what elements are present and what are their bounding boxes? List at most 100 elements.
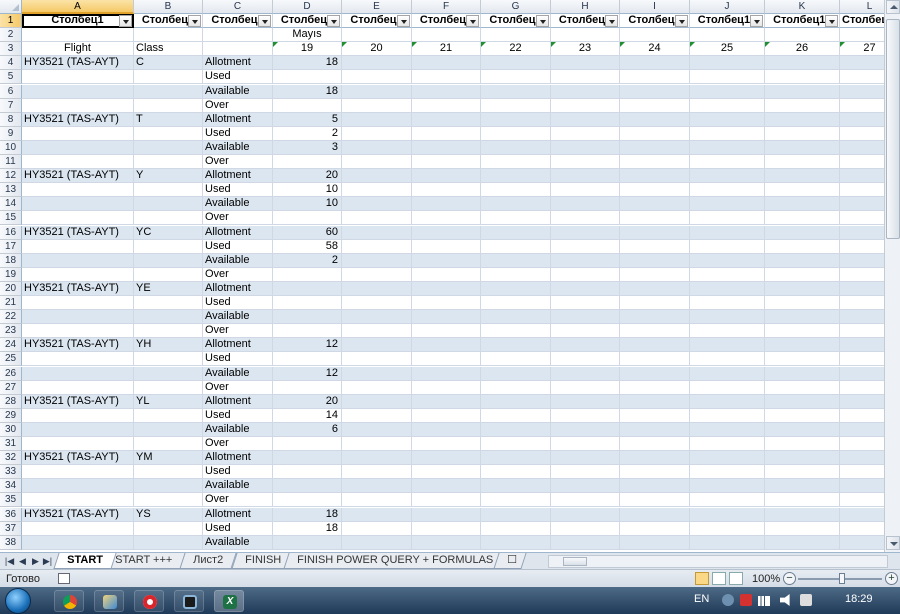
metric-label[interactable]: Allotment bbox=[203, 225, 273, 240]
grid-cell[interactable] bbox=[620, 239, 690, 254]
value-cell[interactable] bbox=[273, 70, 342, 85]
grid-cell[interactable] bbox=[690, 267, 765, 282]
column-header-a[interactable]: A bbox=[22, 0, 134, 14]
metric-label[interactable]: Available bbox=[203, 140, 273, 155]
row-header[interactable]: 14 bbox=[0, 197, 22, 212]
scroll-up-button[interactable] bbox=[886, 0, 900, 14]
grid-cell[interactable] bbox=[342, 70, 412, 85]
row-header[interactable]: 30 bbox=[0, 422, 22, 437]
grid-cell[interactable] bbox=[342, 211, 412, 226]
grid-cell[interactable] bbox=[840, 366, 884, 381]
row-header[interactable]: 25 bbox=[0, 352, 22, 367]
grid-cell[interactable] bbox=[134, 479, 203, 494]
grid-cell[interactable] bbox=[620, 84, 690, 99]
grid-cell[interactable] bbox=[481, 352, 551, 367]
filter-dropdown-icon[interactable] bbox=[327, 15, 340, 27]
grid-cell[interactable] bbox=[765, 437, 840, 452]
grid-cell[interactable] bbox=[840, 310, 884, 325]
grid-cell[interactable] bbox=[690, 28, 765, 43]
grid-cell[interactable] bbox=[840, 183, 884, 198]
grid-cell[interactable] bbox=[342, 56, 412, 71]
value-cell[interactable]: 2 bbox=[273, 253, 342, 268]
grid-cell[interactable] bbox=[342, 366, 412, 381]
grid-cell[interactable] bbox=[690, 324, 765, 339]
first-sheet-icon[interactable]: |◀ bbox=[4, 555, 15, 567]
sheet-tab[interactable]: START bbox=[53, 553, 117, 569]
grid-cell[interactable] bbox=[690, 281, 765, 296]
grid-cell[interactable] bbox=[840, 493, 884, 508]
value-cell[interactable] bbox=[273, 211, 342, 226]
grid-cell[interactable] bbox=[551, 225, 620, 240]
grid-cell[interactable] bbox=[481, 437, 551, 452]
metric-label[interactable]: Over bbox=[203, 267, 273, 282]
row-header[interactable]: 17 bbox=[0, 239, 22, 254]
class-cell[interactable]: YH bbox=[134, 338, 203, 353]
value-cell[interactable] bbox=[273, 451, 342, 466]
grid-cell[interactable] bbox=[620, 253, 690, 268]
grid-cell[interactable] bbox=[620, 211, 690, 226]
grid-cell[interactable] bbox=[134, 155, 203, 170]
grid-cell[interactable] bbox=[342, 408, 412, 423]
grid-cell[interactable] bbox=[690, 211, 765, 226]
grid-cell[interactable] bbox=[840, 409, 884, 423]
value-cell[interactable]: 18 bbox=[273, 521, 342, 536]
metric-label[interactable]: Over bbox=[203, 324, 273, 339]
grid-cell[interactable] bbox=[765, 239, 840, 254]
grid-cell[interactable] bbox=[690, 56, 765, 71]
grid-cell[interactable] bbox=[690, 338, 765, 353]
tray-arrow-icon[interactable] bbox=[722, 594, 734, 606]
metric-label[interactable]: Available bbox=[203, 310, 273, 325]
column-label-a[interactable]: Flight bbox=[22, 42, 134, 57]
grid-cell[interactable] bbox=[134, 380, 203, 395]
grid-cell[interactable] bbox=[412, 253, 481, 268]
grid-cell[interactable] bbox=[551, 352, 620, 367]
column-header-f[interactable]: F bbox=[412, 0, 481, 14]
grid-cell[interactable] bbox=[342, 535, 412, 550]
table-header-a[interactable]: Столбец1 bbox=[22, 14, 134, 29]
column-header-l[interactable]: L bbox=[840, 0, 884, 14]
row-header[interactable]: 11 bbox=[0, 155, 22, 170]
last-sheet-icon[interactable]: ▶| bbox=[42, 555, 53, 567]
grid-cell[interactable] bbox=[481, 211, 551, 226]
grid-cell[interactable] bbox=[22, 98, 134, 113]
grid-cell[interactable] bbox=[551, 465, 620, 480]
grid-cell[interactable] bbox=[481, 155, 551, 170]
grid-cell[interactable] bbox=[134, 28, 203, 43]
grid-cell[interactable] bbox=[765, 56, 840, 71]
horizontal-scroll-thumb[interactable] bbox=[563, 557, 587, 566]
grid-cell[interactable] bbox=[765, 380, 840, 395]
grid-cell[interactable] bbox=[342, 239, 412, 254]
column-label-l[interactable]: 27 bbox=[840, 42, 884, 57]
flight-cell[interactable]: HY3521 (TAS-AYT) bbox=[22, 394, 134, 409]
column-label-k[interactable]: 26 bbox=[765, 42, 840, 57]
grid-cell[interactable] bbox=[840, 381, 884, 395]
grid-cell[interactable] bbox=[412, 465, 481, 480]
value-cell[interactable] bbox=[273, 352, 342, 367]
grid-cell[interactable] bbox=[481, 479, 551, 494]
grid-cell[interactable] bbox=[481, 169, 551, 184]
metric-label[interactable]: Over bbox=[203, 155, 273, 170]
value-cell[interactable] bbox=[273, 493, 342, 508]
prev-sheet-icon[interactable]: ◀ bbox=[17, 555, 28, 567]
class-cell[interactable]: YL bbox=[134, 394, 203, 409]
class-cell[interactable]: YS bbox=[134, 507, 203, 522]
grid-cell[interactable] bbox=[840, 422, 884, 437]
grid-cell[interactable] bbox=[765, 253, 840, 268]
column-header-b[interactable]: B bbox=[134, 0, 203, 14]
value-cell[interactable] bbox=[273, 437, 342, 452]
grid-cell[interactable] bbox=[765, 507, 840, 522]
grid-cell[interactable] bbox=[412, 28, 481, 43]
grid-cell[interactable] bbox=[22, 239, 134, 254]
grid-cell[interactable] bbox=[690, 394, 765, 409]
column-header-k[interactable]: K bbox=[765, 0, 840, 14]
grid-cell[interactable] bbox=[412, 169, 481, 184]
metric-label[interactable]: Allotment bbox=[203, 507, 273, 522]
grid-cell[interactable] bbox=[412, 281, 481, 296]
table-header-h[interactable]: Столбец8 bbox=[551, 14, 620, 29]
grid-cell[interactable] bbox=[412, 183, 481, 198]
metric-label[interactable]: Over bbox=[203, 380, 273, 395]
filter-dropdown-icon[interactable] bbox=[258, 15, 271, 27]
filter-dropdown-icon[interactable] bbox=[825, 15, 838, 27]
macro-record-icon[interactable] bbox=[58, 573, 70, 584]
grid-cell[interactable] bbox=[134, 366, 203, 381]
